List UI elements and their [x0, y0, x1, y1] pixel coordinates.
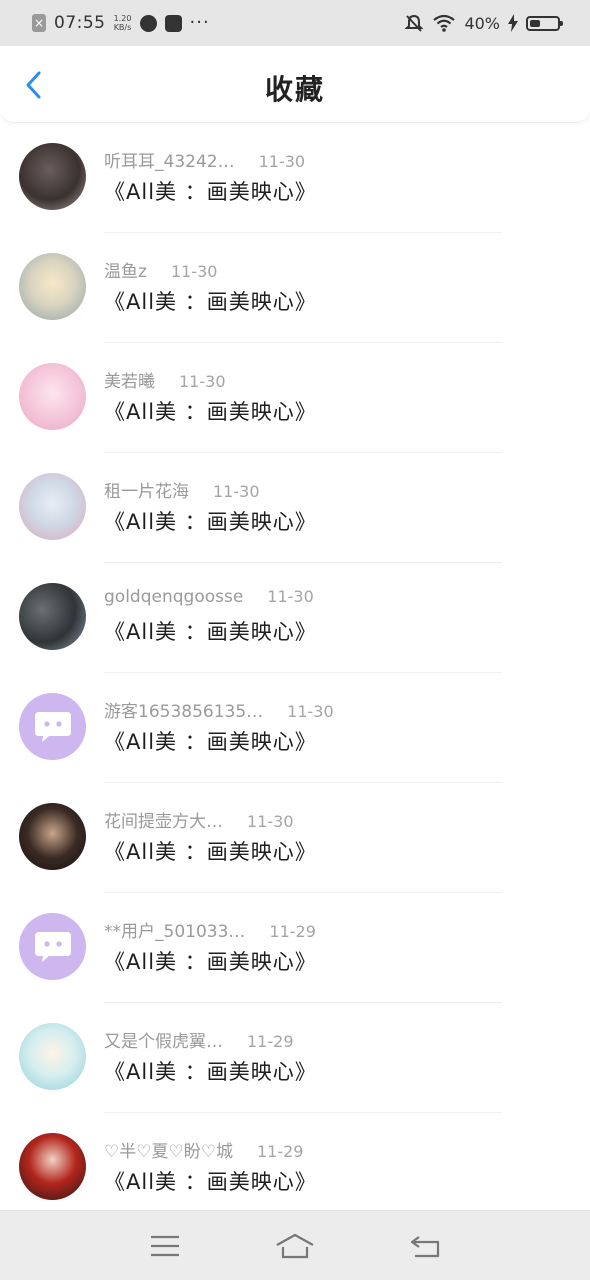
user-name[interactable]: 听耳耳_43242… [104, 147, 235, 172]
item-meta: 花间提壶方大… 11-30 [104, 807, 294, 832]
item-title[interactable]: 《All美 ：画美映心》 [104, 396, 317, 426]
avatar[interactable] [19, 583, 86, 650]
user-name[interactable]: 租一片花海 [104, 477, 189, 502]
avatar[interactable] [19, 693, 86, 760]
list-item[interactable]: 花间提壶方大… 11-30 《All美 ：画美映心》 [0, 783, 590, 893]
avatar[interactable] [19, 253, 86, 320]
list-item[interactable]: **用户_501033… 11-29 《All美 ：画美映心》 [0, 893, 590, 1003]
item-title[interactable]: 《All美 ：画美映心》 [104, 946, 317, 976]
list-item[interactable]: goldqenqgoosse 11-30 《All美 ：画美映心》 [0, 563, 590, 673]
battery-icon [526, 15, 563, 31]
mute-bell-icon [405, 14, 424, 32]
status-right: 40% [404, 13, 563, 33]
user-name[interactable]: 花间提壶方大… [104, 807, 223, 832]
item-date: 11-29 [256, 1142, 304, 1161]
item-title[interactable]: 《All美 ：画美映心》 [104, 286, 317, 316]
item-date: 11-29 [269, 922, 316, 941]
item-meta: 美若曦 11-30 [104, 367, 226, 392]
user-name[interactable]: 游客1653856135… [104, 697, 263, 722]
item-meta: ♡半♡夏♡盼♡城 11-29 [104, 1137, 303, 1162]
avatar[interactable] [19, 143, 86, 210]
list-item[interactable]: 美若曦 11-30 《All美 ：画美映心》 [0, 343, 590, 453]
notification-close-icon: × [32, 14, 46, 32]
user-name[interactable]: goldqenqgoosse [104, 587, 243, 607]
menu-button[interactable] [145, 1226, 185, 1266]
item-meta: **用户_501033… 11-29 [104, 917, 316, 942]
home-button[interactable] [275, 1226, 315, 1266]
status-time: 07:55 [54, 13, 106, 33]
home-icon [276, 1233, 314, 1258]
avatar[interactable] [19, 1023, 86, 1090]
wifi-icon [433, 14, 456, 32]
user-name[interactable]: ♡半♡夏♡盼♡城 [104, 1137, 233, 1162]
menu-icon [151, 1235, 179, 1256]
avatar[interactable] [19, 473, 86, 540]
battery-percent: 40% [464, 13, 500, 33]
speedometer-icon [139, 14, 157, 32]
item-date: 11-30 [247, 812, 294, 831]
net-speed-value: 1.20 [113, 14, 132, 23]
video-app-icon [164, 14, 182, 32]
battery-fill [530, 19, 541, 27]
list-item[interactable]: 游客1653856135… 11-30 《All美 ：画美映心》 [0, 673, 590, 783]
user-name[interactable]: 又是个假虎翼… [104, 1027, 223, 1052]
page-title: 收藏 [264, 73, 325, 106]
avatar[interactable] [19, 363, 86, 430]
item-title[interactable]: 《All美 ：画美映心》 [104, 1166, 317, 1196]
item-title[interactable]: 《All美 ：画美映心》 [104, 836, 317, 866]
status-bar: × 07:55 1.20 KB/s ··· 40% [0, 0, 590, 46]
avatar[interactable] [19, 803, 86, 870]
item-date: 11-30 [170, 262, 218, 281]
item-date: 11-30 [267, 587, 314, 606]
user-name[interactable]: **用户_501033… [104, 917, 245, 942]
status-left: × 07:55 1.20 KB/s ··· [32, 13, 210, 33]
net-speed: 1.20 KB/s [114, 14, 132, 32]
item-date: 11-30 [213, 482, 260, 501]
item-date: 11-30 [287, 702, 334, 721]
header: 收藏 [0, 46, 590, 123]
list-item[interactable]: 又是个假虎翼… 11-29 《All美 ：画美映心》 [0, 1003, 590, 1113]
charging-icon [508, 14, 518, 32]
chat-bubble-icon [34, 931, 71, 962]
list-item[interactable]: 温鱼z 11-30 《All美 ：画美映心》 [0, 233, 590, 343]
back-nav-button[interactable] [405, 1226, 445, 1266]
item-title[interactable]: 《All美 ：画美映心》 [104, 506, 317, 536]
system-nav-bar [0, 1210, 590, 1280]
item-meta: 又是个假虎翼… 11-29 [104, 1027, 294, 1052]
item-meta: 游客1653856135… 11-30 [104, 697, 334, 722]
item-meta: 听耳耳_43242… 11-30 [104, 147, 305, 172]
item-date: 11-30 [179, 372, 226, 391]
item-meta: 租一片花海 11-30 [104, 477, 260, 502]
more-notifications-icon: ··· [189, 12, 210, 33]
avatar[interactable] [19, 1133, 86, 1200]
net-speed-unit: KB/s [113, 23, 132, 32]
list-item[interactable]: ♡半♡夏♡盼♡城 11-29 《All美 ：画美映心》 [0, 1113, 590, 1223]
list-item[interactable]: 租一片花海 11-30 《All美 ：画美映心》 [0, 453, 590, 563]
favorites-list: 听耳耳_43242… 11-30 《All美 ：画美映心》 温鱼z 11-30 《All美… [0, 123, 590, 1223]
item-meta: goldqenqgoosse 11-30 [104, 587, 314, 607]
return-icon [410, 1235, 440, 1257]
user-name[interactable]: 温鱼z [104, 257, 147, 282]
item-date: 11-30 [258, 152, 306, 171]
item-title[interactable]: 《All美 ：画美映心》 [104, 726, 317, 756]
item-date: 11-29 [247, 1032, 294, 1051]
item-title[interactable]: 《All美 ：画美映心》 [104, 616, 317, 646]
avatar[interactable] [19, 913, 86, 980]
item-title[interactable]: 《All美 ：画美映心》 [104, 1056, 317, 1086]
item-title[interactable]: 《All美 ：画美映心》 [104, 176, 317, 206]
list-item[interactable]: 听耳耳_43242… 11-30 《All美 ：画美映心》 [0, 123, 590, 233]
user-name[interactable]: 美若曦 [104, 367, 155, 392]
chat-bubble-icon [34, 711, 71, 742]
item-meta: 温鱼z 11-30 [104, 257, 217, 282]
